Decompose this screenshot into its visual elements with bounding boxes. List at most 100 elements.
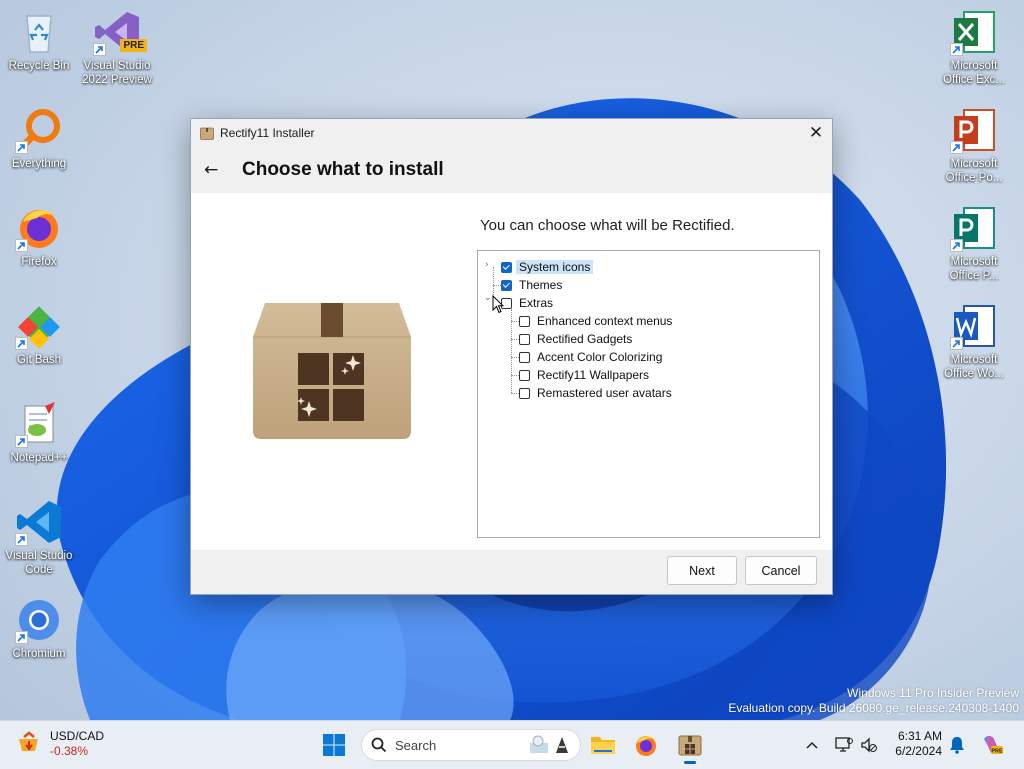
rectify11-installer-taskbar-button[interactable] [676,731,704,764]
desktop-icon-git-bash[interactable]: Git Bash [1,302,77,367]
tree-item-label: Remastered user avatars [537,386,672,400]
installer-content: You can choose what will be Rectified. ›… [191,193,832,550]
desktop-icon-excel[interactable]: Microsoft Office Exc... [936,8,1012,87]
tree-item-label: Themes [519,278,563,292]
tree-item-remastered-user-avatars[interactable]: Remastered user avatars [519,385,675,401]
notepad-plus-plus-icon [15,400,63,448]
shortcut-arrow-icon [950,43,963,56]
desktop-icon-label: Git Bash [16,354,62,366]
desktop-icon-word[interactable]: Microsoft Office Wo... [936,302,1012,381]
clock-time: 6:31 AM [897,729,942,743]
window-titlebar[interactable]: Rectify11 Installer ✕ [191,119,832,147]
search-placeholder: Search [395,737,437,753]
firefox-taskbar-button[interactable] [632,731,660,759]
desktop-icon-publisher[interactable]: Microsoft Office P... [936,204,1012,283]
tree-guide-line [511,393,519,394]
desktop-icon-firefox[interactable]: Firefox [1,204,77,269]
tree-guide-line [511,375,519,376]
search-highlight-icon [530,735,568,753]
copilot-icon: PRE [984,736,1003,755]
shortcut-arrow-icon [950,239,963,252]
visual-studio-icon: PRE [93,8,147,56]
tree-item-themes[interactable]: Themes [501,277,565,293]
desktop-icon-notepad-plus-plus[interactable]: Notepad++ [1,400,77,465]
tree-item-label: System icons [516,260,594,274]
tree-item-extras[interactable]: Extras [501,295,556,311]
network-tray-button[interactable] [830,731,858,759]
desktop-icon-recycle-bin[interactable]: Recycle Bin [1,8,77,73]
start-button[interactable] [320,731,348,759]
tree-item-accent-color-colorizing[interactable]: Accent Color Colorizing [519,349,665,365]
desktop-icon-label: Chromium [12,648,66,660]
show-hidden-icons-button[interactable] [798,731,826,759]
checkbox-unchecked[interactable] [519,333,530,345]
shortcut-arrow-icon [15,631,28,644]
shortcut-arrow-icon [93,43,106,56]
bell-icon [950,737,964,754]
firefox-icon [636,736,656,756]
taskbar-clock[interactable]: 6:31 AM 6/2/2024 [886,729,942,759]
chromium-icon [15,596,63,644]
watermark-line: Evaluation copy. Build 26080.ge_release.… [728,701,1019,715]
desktop-icon-label: Visual Studio Code [5,550,73,576]
desktop-icon-everything[interactable]: Everything [1,106,77,171]
checkbox-unchecked[interactable] [519,387,530,399]
shortcut-arrow-icon [15,239,28,252]
taskbar-search-box[interactable]: Search [361,729,581,761]
mouse-cursor-icon [492,295,504,314]
tree-guide-line [493,285,501,286]
volume-tray-button[interactable] [855,731,883,759]
next-button[interactable]: Next [667,556,737,585]
copilot-button[interactable]: PRE [978,731,1006,759]
cancel-button[interactable]: Cancel [745,556,817,585]
desktop-icon-label: Firefox [21,256,57,268]
currency-widget[interactable]: USD/CAD -0.38% [16,729,104,759]
active-window-indicator [684,761,696,764]
search-icon [371,737,387,753]
notifications-button[interactable] [943,731,971,759]
tree-item-rectified-gadgets[interactable]: Rectified Gadgets [519,331,635,347]
evaluation-watermark: Windows 11 Pro Insider Preview Evaluatio… [728,686,1019,716]
checkbox-unchecked[interactable] [519,351,530,363]
file-explorer-icon [591,737,615,754]
vscode-icon [15,498,63,546]
word-icon [950,302,998,350]
desktop-icon-label: Everything [11,158,67,170]
tree-item-system-icons[interactable]: System icons [501,259,594,275]
desktop-icon-label: Microsoft Office P... [949,256,999,282]
checkbox-unchecked[interactable] [519,369,530,381]
close-button[interactable]: ✕ [800,119,832,147]
tree-item-rectify11-wallpapers[interactable]: Rectify11 Wallpapers [519,367,652,383]
desktop-icon-chromium[interactable]: Chromium [1,596,77,661]
component-tree[interactable]: › ⌄ System icons Themes Extras Enhanced … [477,250,820,538]
desktop-icon-label: Microsoft Office Wo... [944,354,1004,380]
recycle-bin-icon [15,8,63,56]
git-bash-icon [15,302,63,350]
shortcut-arrow-icon [950,337,963,350]
checkbox-checked[interactable] [501,261,512,273]
desktop-icon-powerpoint[interactable]: Microsoft Office Po... [936,106,1012,185]
volume-muted-icon [861,737,877,753]
tree-item-label: Enhanced context menus [537,314,673,328]
publisher-icon [950,204,998,252]
watermark-line: Windows 11 Pro Insider Preview [847,686,1019,700]
tree-item-label: Accent Color Colorizing [537,350,663,364]
svg-text:PRE: PRE [991,749,1003,755]
expand-chevron-icon[interactable]: › [485,260,489,270]
shortcut-arrow-icon [15,337,28,350]
windows-logo-icon [323,734,345,756]
desktop-icon-vscode[interactable]: Visual Studio Code [1,498,77,577]
checkbox-checked[interactable] [501,279,512,291]
checkbox-unchecked[interactable] [519,315,530,327]
shortcut-arrow-icon [15,533,28,546]
chevron-up-icon [806,741,818,749]
collapse-chevron-icon[interactable]: ⌄ [484,293,492,303]
file-explorer-taskbar-button[interactable] [589,731,617,759]
clock-date: 6/2/2024 [895,744,942,758]
tree-item-enhanced-context-menus[interactable]: Enhanced context menus [519,313,675,329]
network-monitor-icon [835,737,853,752]
back-button[interactable]: ← [204,160,226,180]
desktop-icon-label: Microsoft Office Po... [945,158,1003,184]
desktop-icon-visual-studio[interactable]: PRE Visual Studio 2022 Preview [79,8,155,87]
shortcut-arrow-icon [15,141,28,154]
